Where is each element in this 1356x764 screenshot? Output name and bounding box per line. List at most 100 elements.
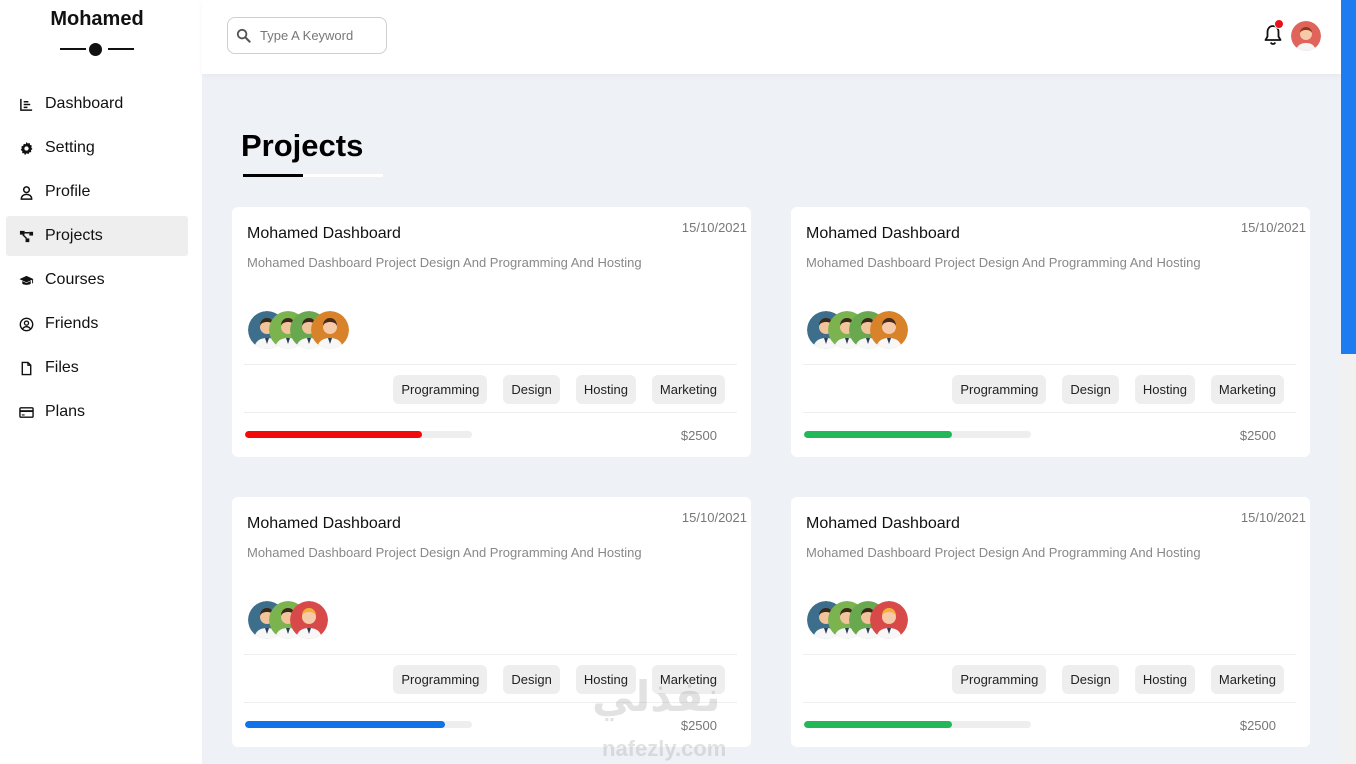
project-tag[interactable]: Hosting [1134,375,1195,404]
project-description: Mohamed Dashboard Project Design And Pro… [806,255,1201,270]
progress-bar [245,431,472,438]
user-icon [18,184,34,200]
divider [244,654,737,655]
project-card[interactable]: Mohamed Dashboard 15/10/2021 Mohamed Das… [232,497,751,747]
project-tag[interactable]: Programming [952,375,1047,404]
project-tag[interactable]: Marketing [651,665,725,694]
progress-fill [245,721,445,728]
project-price: $2500 [680,428,717,443]
divider [244,702,737,703]
divider [244,364,737,365]
project-date: 15/10/2021 [1240,510,1306,525]
sidebar-item-setting[interactable]: Setting [6,128,188,168]
sidebar-item-profile[interactable]: Profile [6,172,188,212]
team-member-avatar[interactable] [870,311,908,349]
project-tag[interactable]: Programming [952,665,1047,694]
sidebar-item-label: Setting [45,139,95,156]
search-icon [236,28,251,43]
brand-underline [60,42,140,56]
project-description: Mohamed Dashboard Project Design And Pro… [247,545,642,560]
project-date: 15/10/2021 [1240,220,1306,235]
progress-fill [804,721,952,728]
progress-fill [804,431,952,438]
project-team [248,601,448,639]
sidebar-item-label: Dashboard [45,95,124,112]
project-card[interactable]: Mohamed Dashboard 15/10/2021 Mohamed Das… [232,207,751,457]
progress-bar [245,721,472,728]
sidebar-nav: Dashboard Setting Profile Projects Cours… [6,84,188,436]
project-price: $2500 [680,718,717,733]
sidebar-item-dashboard[interactable]: Dashboard [6,84,188,124]
project-price: $2500 [1239,718,1276,733]
team-member-avatar[interactable] [290,601,328,639]
search-input[interactable] [260,28,370,43]
sidebar-item-files[interactable]: Files [6,348,188,388]
project-tag[interactable]: Marketing [651,375,725,404]
project-team [248,311,448,349]
sidebar-item-label: Files [45,359,79,376]
team-member-avatar[interactable] [311,311,349,349]
project-tags: Programming Design Hosting Marketing [936,375,1284,404]
sidebar: Mohamed Dashboard Setting Profile Projec… [0,0,202,764]
user-circle-icon [18,316,34,332]
project-tag[interactable]: Design [1062,665,1119,694]
sidebar-item-plans[interactable]: Plans [6,392,188,432]
file-icon [18,360,34,376]
user-avatar[interactable] [1291,21,1321,51]
project-tag[interactable]: Design [503,375,560,404]
scrollbar-thumb[interactable] [1341,0,1356,354]
notification-badge [1274,19,1284,29]
project-tag[interactable]: Hosting [1134,665,1195,694]
notification-button[interactable] [1261,19,1285,47]
progress-fill [245,431,423,438]
project-team [807,601,1007,639]
graduation-cap-icon [18,272,34,288]
sidebar-item-label: Courses [45,271,105,288]
brand-name: Mohamed [50,8,144,30]
project-name: Mohamed Dashboard [806,225,960,242]
project-team [807,311,1007,349]
project-tag[interactable]: Marketing [1210,375,1284,404]
project-tag[interactable]: Hosting [575,665,636,694]
project-card[interactable]: Mohamed Dashboard 15/10/2021 Mohamed Das… [791,207,1310,457]
sidebar-item-label: Friends [45,315,99,332]
sidebar-item-friends[interactable]: Friends [6,304,188,344]
progress-bar [804,721,1031,728]
page-title: Projects [241,128,364,163]
credit-card-icon [18,404,34,420]
diagram-icon [18,228,34,244]
project-description: Mohamed Dashboard Project Design And Pro… [247,255,642,270]
project-tags: Programming Design Hosting Marketing [377,665,725,694]
project-tag[interactable]: Marketing [1210,665,1284,694]
sidebar-item-projects[interactable]: Projects [6,216,188,256]
divider [803,412,1296,413]
project-tag[interactable]: Hosting [575,375,636,404]
divider [803,702,1296,703]
chart-icon [18,96,34,112]
sidebar-item-label: Plans [45,403,86,420]
project-tag[interactable]: Design [1062,375,1119,404]
project-name: Mohamed Dashboard [247,515,401,532]
project-date: 15/10/2021 [681,510,747,525]
project-tag[interactable]: Programming [393,665,488,694]
sidebar-item-label: Profile [45,183,91,200]
progress-bar [804,431,1031,438]
project-tag[interactable]: Design [503,665,560,694]
sidebar-item-courses[interactable]: Courses [6,260,188,300]
team-member-avatar[interactable] [870,601,908,639]
project-description: Mohamed Dashboard Project Design And Pro… [806,545,1201,560]
divider [803,364,1296,365]
project-date: 15/10/2021 [681,220,747,235]
project-tags: Programming Design Hosting Marketing [377,375,725,404]
project-tags: Programming Design Hosting Marketing [936,665,1284,694]
project-tag[interactable]: Programming [393,375,488,404]
project-price: $2500 [1239,428,1276,443]
project-name: Mohamed Dashboard [247,225,401,242]
page-title-underline [243,174,383,177]
search-box[interactable] [227,17,387,54]
sidebar-item-label: Projects [45,227,103,244]
divider [803,654,1296,655]
project-card[interactable]: Mohamed Dashboard 15/10/2021 Mohamed Das… [791,497,1310,747]
project-name: Mohamed Dashboard [806,515,960,532]
top-bar [202,0,1341,74]
